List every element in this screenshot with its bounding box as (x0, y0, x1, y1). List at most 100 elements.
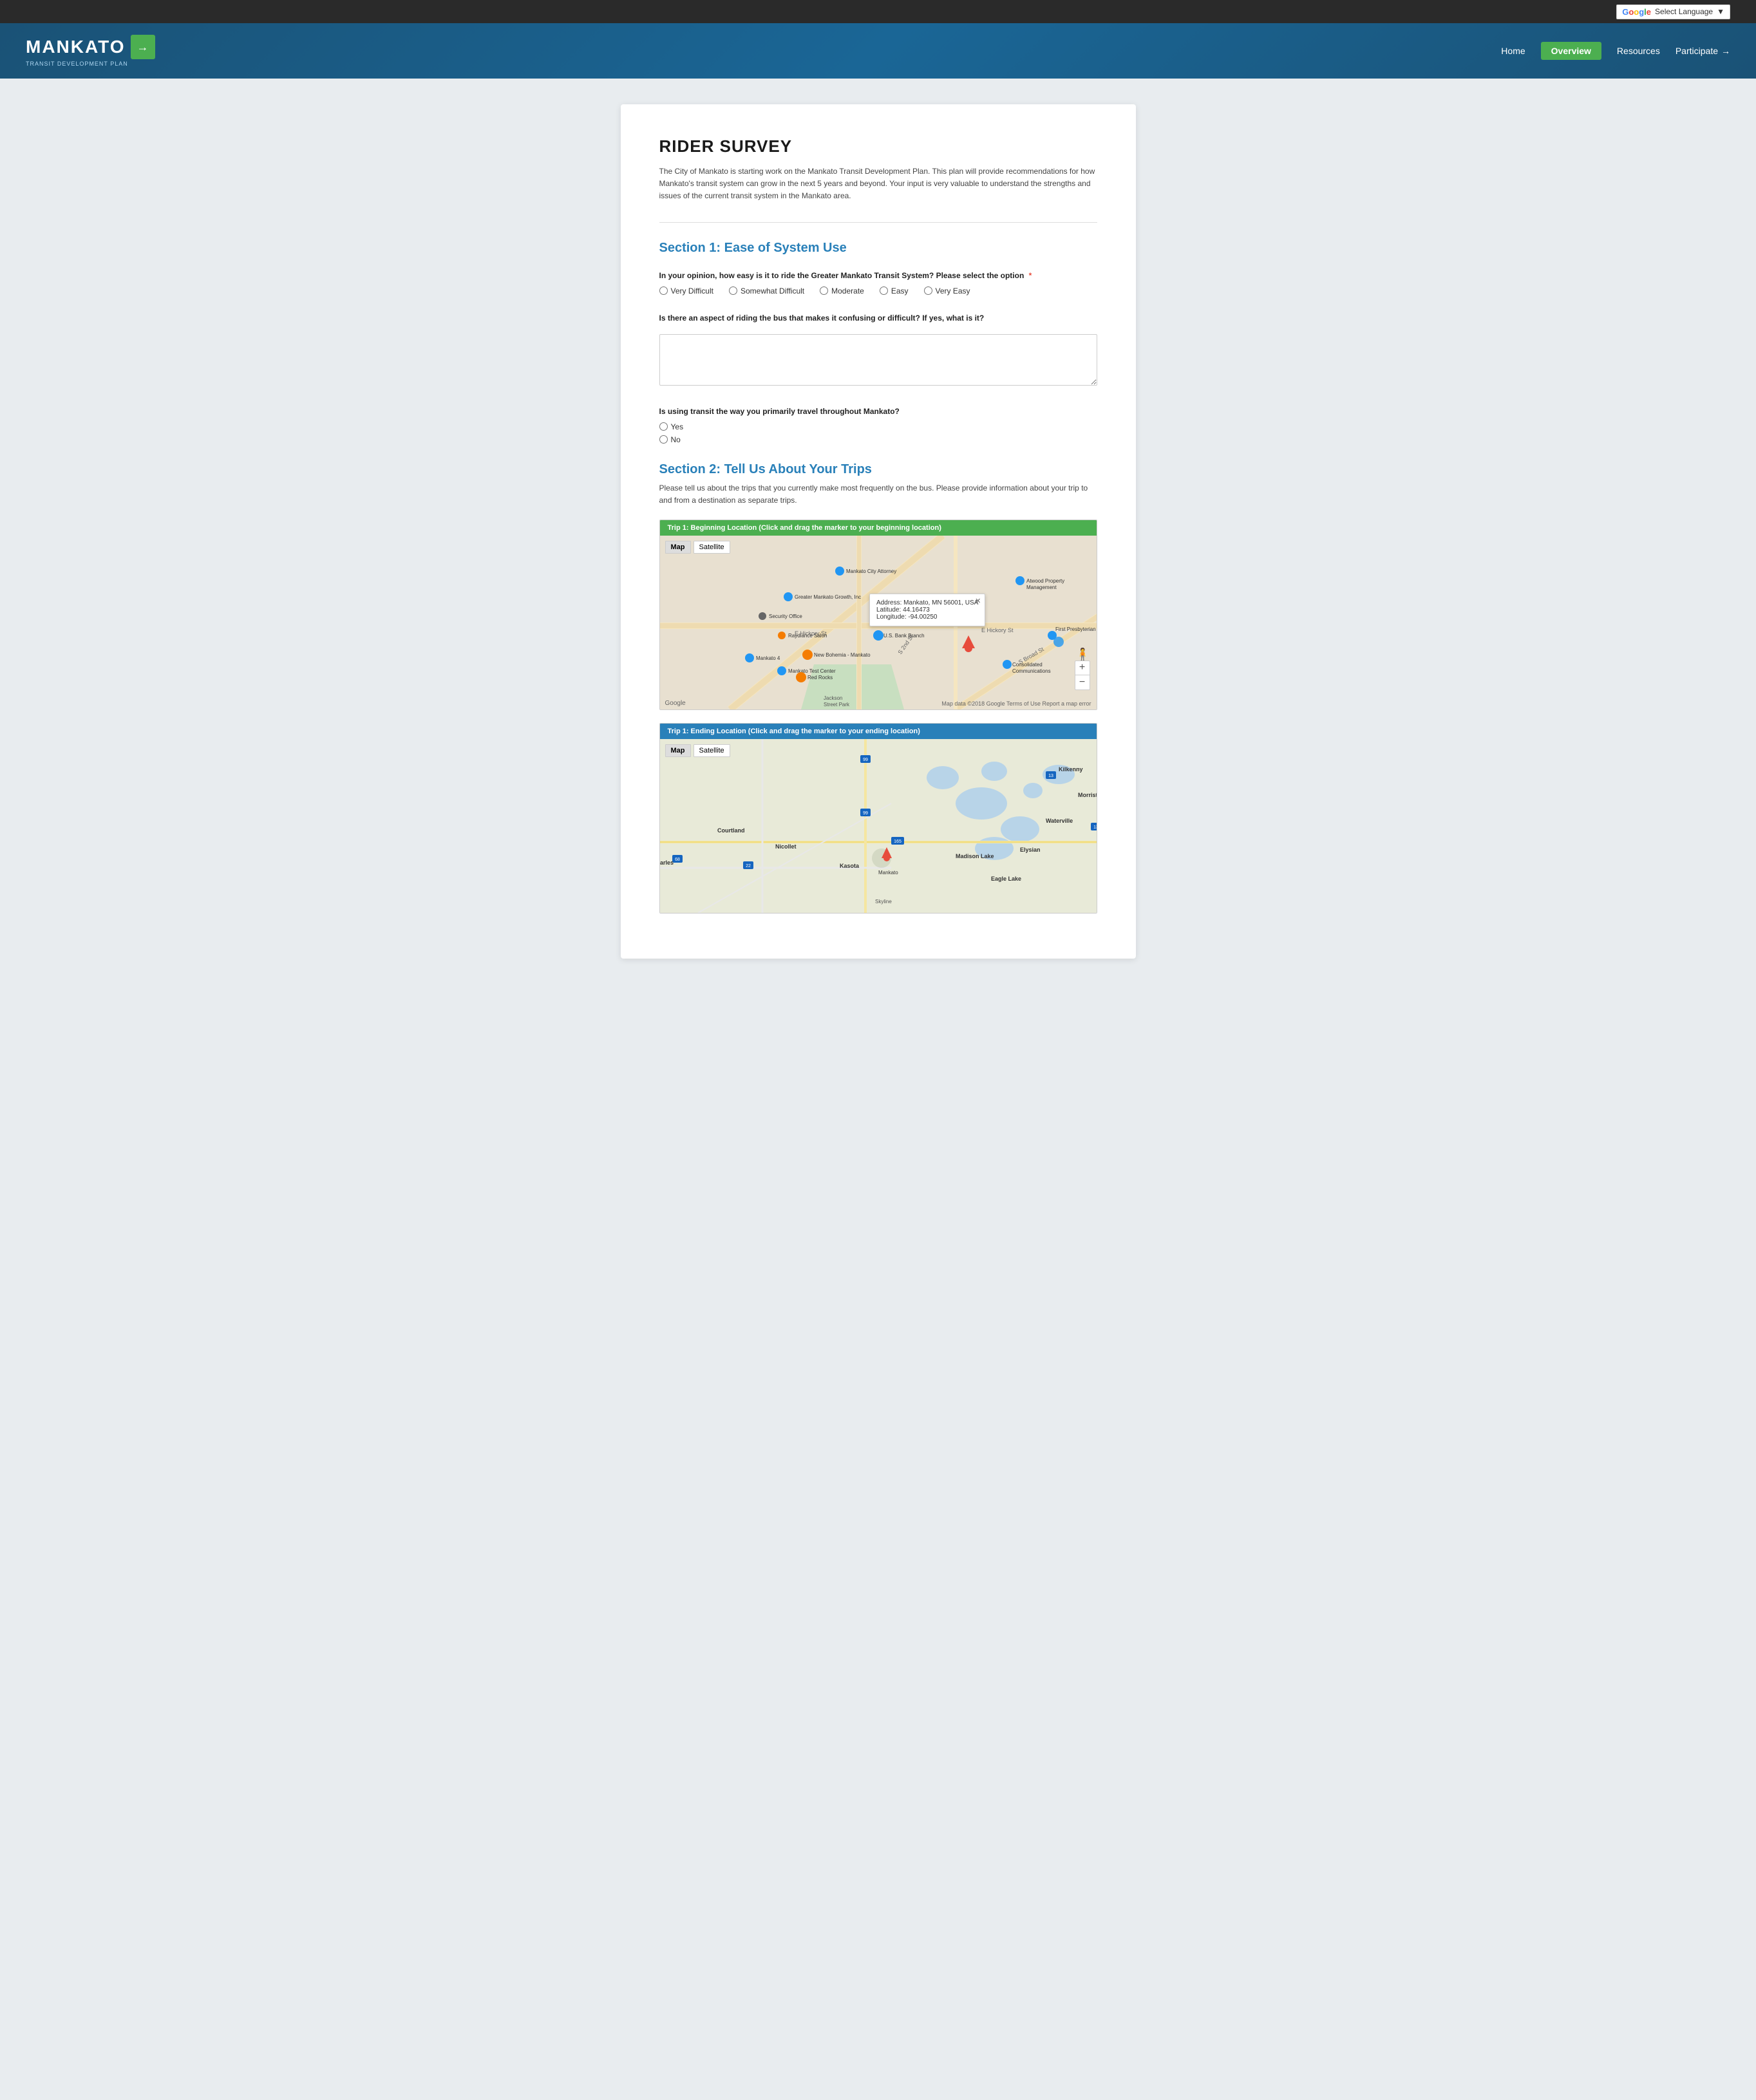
required-marker: * (1029, 271, 1032, 280)
q1-option-moderate[interactable]: Moderate (820, 286, 864, 295)
participate-arrow-icon: → (1721, 46, 1730, 56)
svg-text:Security Office: Security Office (769, 614, 802, 619)
nav-home[interactable]: Home (1501, 46, 1525, 56)
svg-text:22: 22 (746, 864, 751, 868)
q1-radio-group: Very Difficult Somewhat Difficult Modera… (659, 286, 1097, 295)
svg-text:Mankato 4: Mankato 4 (756, 655, 780, 661)
logo-subtitle: Transit Development Plan (26, 61, 155, 67)
dropdown-arrow-icon: ▼ (1717, 7, 1724, 16)
question-2: Is there an aspect of riding the bus tha… (659, 314, 1097, 389)
q3-radio-no[interactable] (659, 435, 668, 444)
q1-label: In your opinion, how easy is it to ride … (659, 271, 1097, 280)
svg-text:Madison Lake: Madison Lake (956, 853, 994, 859)
svg-text:Red Rocks: Red Rocks (807, 675, 833, 680)
zoom-out-button[interactable]: − (1075, 675, 1090, 689)
svg-text:E Hickory St: E Hickory St (981, 627, 1014, 633)
map1-zoom-controls: + − (1075, 661, 1090, 690)
svg-text:Nicollet: Nicollet (775, 843, 797, 850)
popup-address: Address: Mankato, MN 56001, USA (876, 599, 978, 606)
q1-label-moderate: Moderate (831, 286, 864, 295)
svg-text:Kilkenny: Kilkenny (1059, 766, 1083, 773)
popup-close-icon[interactable]: ✕ (975, 597, 981, 605)
q1-radio-very-easy[interactable] (924, 286, 932, 295)
select-language-label: Select Language (1655, 7, 1713, 16)
svg-text:Skyline: Skyline (875, 899, 892, 905)
svg-text:First Presbyterian Church: First Presbyterian Church (1055, 626, 1097, 632)
q1-radio-somewhat-difficult[interactable] (729, 286, 737, 295)
svg-text:99: 99 (863, 758, 868, 762)
svg-text:Elysian: Elysian (1020, 847, 1041, 853)
svg-text:Communications: Communications (1012, 668, 1051, 674)
svg-text:New Bohemia - Mankato: New Bohemia - Mankato (814, 652, 871, 658)
q1-label-somewhat-difficult: Somewhat Difficult (741, 286, 804, 295)
map2-tab-map[interactable]: Map (665, 744, 691, 757)
survey-description: The City of Mankato is starting work on … (659, 165, 1097, 203)
svg-text:Mankato Test Center: Mankato Test Center (788, 668, 836, 674)
nav-resources[interactable]: Resources (1617, 46, 1660, 56)
svg-text:Greater Mankato Growth, Inc: Greater Mankato Growth, Inc (795, 594, 861, 600)
question-1: In your opinion, how easy is it to ride … (659, 271, 1097, 295)
map2-area[interactable]: 99 99 165 22 68 13 13 Kasota Nicollet Co… (660, 739, 1097, 913)
q1-label-easy: Easy (891, 286, 909, 295)
q1-radio-very-difficult[interactable] (659, 286, 668, 295)
map2-header: Trip 1: Ending Location (Click and drag … (660, 724, 1097, 739)
svg-text:Mankato: Mankato (878, 870, 898, 876)
logo-text-group: MANKATO → Transit Development Plan (26, 35, 155, 67)
q1-option-very-difficult[interactable]: Very Difficult (659, 286, 713, 295)
logo-text: MANKATO (26, 37, 126, 57)
svg-text:165: 165 (894, 839, 902, 844)
google-logo: Google (1622, 7, 1651, 17)
main-content: RIDER SURVEY The City of Mankato is star… (621, 104, 1136, 959)
q2-textarea[interactable] (659, 334, 1097, 386)
svg-text:Atwood Property: Atwood Property (1026, 578, 1064, 584)
svg-text:Consolidated: Consolidated (1012, 662, 1043, 668)
svg-text:Street Park: Street Park (824, 702, 850, 708)
q1-option-easy[interactable]: Easy (880, 286, 909, 295)
q1-option-very-easy[interactable]: Very Easy (924, 286, 970, 295)
google-translate-button[interactable]: Google Select Language ▼ (1616, 5, 1730, 19)
svg-text:Eagle Lake: Eagle Lake (991, 876, 1021, 882)
map1-tab-map[interactable]: Map (665, 541, 691, 554)
map1-footer: Map data ©2018 Google Terms of Use Repor… (941, 700, 1091, 707)
svg-text:Searles: Searles (660, 859, 674, 866)
svg-text:Mankato City Attorney: Mankato City Attorney (846, 568, 896, 574)
q1-radio-easy[interactable] (880, 286, 888, 295)
nav-participate[interactable]: Participate → (1676, 46, 1730, 56)
q3-option-no[interactable]: No (659, 435, 1097, 444)
nav-overview[interactable]: Overview (1541, 42, 1601, 60)
map2-svg: 99 99 165 22 68 13 13 Kasota Nicollet Co… (660, 739, 1097, 913)
survey-title: RIDER SURVEY (659, 136, 1097, 156)
zoom-in-button[interactable]: + (1075, 661, 1090, 675)
map2-container: Trip 1: Ending Location (Click and drag … (659, 723, 1097, 914)
logo-area: MANKATO → Transit Development Plan (26, 35, 155, 67)
map1-tab-satellite[interactable]: Satellite (694, 541, 730, 554)
q3-radio-yes[interactable] (659, 422, 668, 431)
section1-title: Section 1: Ease of System Use (659, 241, 1097, 256)
section2-description: Please tell us about the trips that you … (659, 482, 1097, 507)
svg-text:13: 13 (1048, 774, 1053, 778)
map1-controls: Map Satellite (665, 541, 730, 554)
street-view-icon[interactable]: 🧍 (1075, 648, 1090, 661)
map2-tab-satellite[interactable]: Satellite (694, 744, 730, 757)
svg-text:Management: Management (1026, 585, 1057, 590)
map1-popup: ✕ Address: Mankato, MN 56001, USA Latitu… (869, 594, 985, 626)
question-3: Is using transit the way you primarily t… (659, 407, 1097, 444)
q3-label-yes: Yes (671, 422, 684, 431)
svg-text:Kasota: Kasota (840, 863, 860, 869)
q1-option-somewhat-difficult[interactable]: Somewhat Difficult (729, 286, 804, 295)
top-bar: Google Select Language ▼ (0, 0, 1756, 23)
q1-radio-moderate[interactable] (820, 286, 828, 295)
map1-container: Trip 1: Beginning Location (Click and dr… (659, 520, 1097, 710)
q1-label-very-easy: Very Easy (936, 286, 970, 295)
svg-text:Courtland: Courtland (717, 827, 745, 834)
popup-longitude: Longitude: -94.00250 (876, 614, 978, 621)
logo-arrow: → (131, 35, 155, 59)
svg-text:99: 99 (863, 811, 868, 816)
map1-area[interactable]: S 2nd St S Broad St E Hickory St E Hicko… (660, 536, 1097, 709)
svg-text:Morristown: Morristown (1078, 792, 1097, 798)
q3-label-no: No (671, 435, 681, 444)
q3-option-yes[interactable]: Yes (659, 422, 1097, 431)
svg-text:13: 13 (1093, 825, 1097, 830)
map1-header: Trip 1: Beginning Location (Click and dr… (660, 520, 1097, 536)
site-header: MANKATO → Transit Development Plan Home … (0, 23, 1756, 79)
